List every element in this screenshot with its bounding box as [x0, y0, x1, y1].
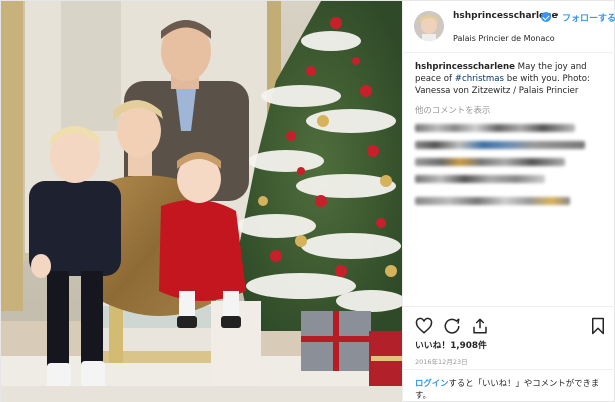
- blurred-comment: [415, 124, 575, 132]
- caption-username[interactable]: hshprincesscharlene: [415, 62, 515, 72]
- post-header: hshprincesscharlene • フォローする Palais Prin…: [403, 1, 615, 53]
- blurred-comment: [415, 141, 585, 149]
- login-link[interactable]: ログイン: [415, 378, 449, 388]
- verified-badge-icon: [541, 12, 551, 22]
- header-separator: •: [554, 11, 560, 21]
- blurred-comment: [415, 197, 570, 205]
- follow-button[interactable]: フォローする: [562, 11, 615, 24]
- post-side-panel: hshprincesscharlene • フォローする Palais Prin…: [402, 1, 615, 402]
- post-photo[interactable]: [1, 1, 402, 402]
- like-count[interactable]: いいね！1,908件: [415, 338, 487, 351]
- caption-hashtag[interactable]: #christmas: [455, 74, 504, 84]
- blurred-comment: [415, 175, 545, 183]
- heart-icon[interactable]: [415, 317, 433, 335]
- profile-avatar[interactable]: [414, 11, 444, 41]
- share-icon[interactable]: [471, 317, 489, 335]
- login-prompt: ログインすると「いいね！」やコメントができます。: [403, 369, 615, 402]
- login-prompt-text: ログインすると「いいね！」やコメントができます。: [415, 377, 611, 401]
- location-link[interactable]: Palais Princier de Monaco: [453, 34, 555, 43]
- comment-icon[interactable]: [443, 317, 461, 335]
- instagram-post: hshprincesscharlene • フォローする Palais Prin…: [0, 0, 615, 402]
- bookmark-icon[interactable]: [589, 317, 607, 335]
- post-caption: hshprincesscharlene May the joy and peac…: [415, 61, 611, 97]
- post-date: 2016年12月23日: [415, 358, 468, 366]
- load-more-comments-button[interactable]: 他のコメントを表示: [415, 104, 490, 116]
- blurred-comment: [415, 158, 565, 166]
